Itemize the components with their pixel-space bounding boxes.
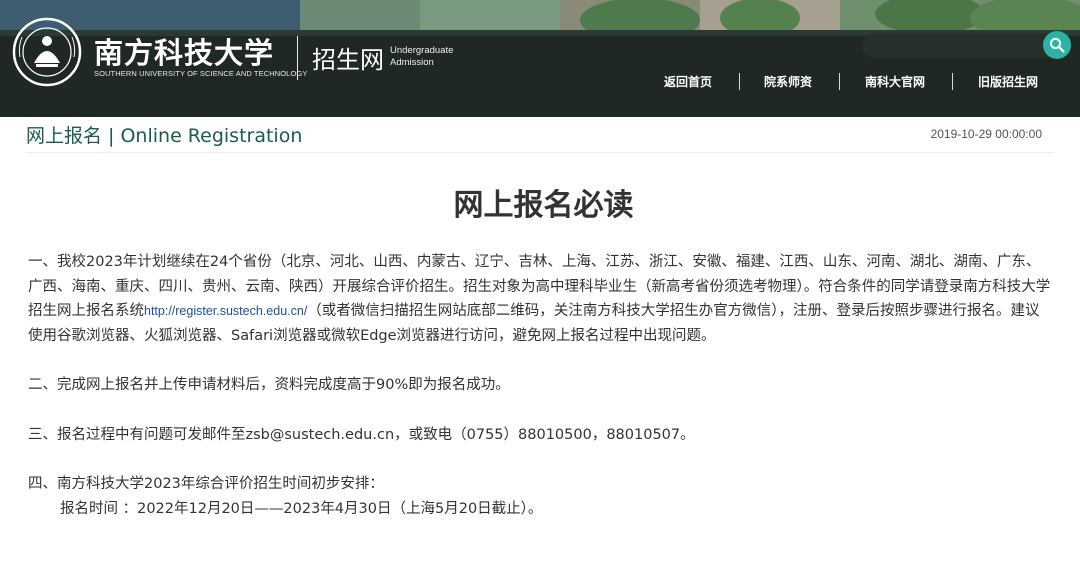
article-paragraph-3: 三、报名过程中有问题可发邮件至zsb@sustech.edu.cn，或致电（07… <box>28 426 695 443</box>
university-name-logo[interactable]: 南方科技大学 <box>94 32 294 70</box>
logo-divider <box>297 36 298 80</box>
site-subtitle-line1: Undergraduate <box>390 45 454 56</box>
search-icon <box>1049 37 1065 53</box>
search-input[interactable] <box>862 33 1072 58</box>
nav-home[interactable]: 返回首页 <box>664 73 712 90</box>
nav-separator <box>739 72 741 90</box>
article-body: 一、我校2023年计划继续在24个省份（北京、河北、山西、内蒙古、辽宁、吉林、上… <box>28 250 1054 521</box>
article-paragraph-2: 二、完成网上报名并上传申请材料后，资料完成度高于90%即为报名成功。 <box>28 377 510 393</box>
nav-separator <box>839 72 841 90</box>
university-name-english: SOUTHERN UNIVERSITY OF SCIENCE AND TECHN… <box>94 69 308 78</box>
university-seal-icon[interactable] <box>12 17 82 87</box>
article-paragraph-1: 一、我校2023年计划继续在24个省份（北京、河北、山西、内蒙古、辽宁、吉林、上… <box>28 250 1054 348</box>
nav-faculty[interactable]: 院系师资 <box>764 73 812 90</box>
site-subtitle-line2: Admission <box>390 57 434 68</box>
registration-link[interactable]: http://register.sustech.edu.cn/ <box>144 304 307 318</box>
nav-old-admission-site[interactable]: 旧版招生网 <box>978 73 1038 90</box>
site-header: 南方科技大学 SOUTHERN UNIVERSITY OF SCIENCE AN… <box>0 0 1080 117</box>
article-title: 网上报名必读 <box>453 188 634 223</box>
search-button[interactable] <box>1043 31 1071 59</box>
site-name[interactable]: 招生网 <box>312 40 384 75</box>
article-paragraph-4: 四、南方科技大学2023年综合评价招生时间初步安排： <box>28 476 384 492</box>
publish-date: 2019-10-29 00:00:00 <box>930 127 1042 141</box>
article-paragraph-4-detail: 报名时间 ：2022年12月20日——2023年4月30日（上海5月20日截止）… <box>60 500 543 517</box>
title-divider <box>26 152 1054 153</box>
nav-official-site[interactable]: 南科大官网 <box>865 73 925 90</box>
svg-text:南方科技大学: 南方科技大学 <box>94 36 274 70</box>
nav-separator <box>952 72 954 90</box>
main-nav: 返回首页 院系师资 南科大官网 旧版招生网 <box>640 70 1038 92</box>
page-title: 网上报名 | Online Registration <box>26 125 303 147</box>
site-subtitle: Undergraduate Admission <box>390 45 470 69</box>
